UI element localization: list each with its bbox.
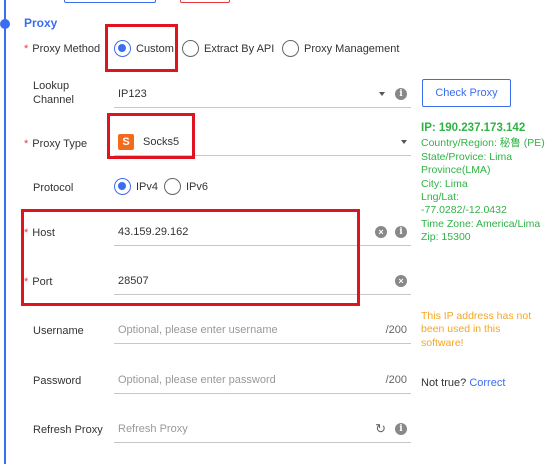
radio-label: IPv4 xyxy=(136,180,159,193)
lng-lat: Lng/Lat: -77.0282/-12.0432 xyxy=(421,191,507,217)
radio-label: Extract By API xyxy=(204,42,275,55)
refresh-icon[interactable]: ↻ xyxy=(375,422,386,435)
check-proxy-button[interactable]: Check Proxy xyxy=(422,79,511,107)
clear-icon[interactable]: × xyxy=(395,274,407,287)
username-placeholder: Optional, please enter username xyxy=(118,323,278,336)
ip-address: IP: 190.237.173.142 xyxy=(421,122,526,134)
password-label: Password xyxy=(33,375,82,387)
not-true-line: Not true? Correct xyxy=(421,377,505,389)
info-icon[interactable]: i xyxy=(395,225,407,238)
not-true-text: Not true? xyxy=(421,377,467,389)
password-placeholder: Optional, please enter password xyxy=(118,373,276,386)
correct-link[interactable]: Correct xyxy=(469,377,505,389)
timeline-dot xyxy=(0,19,10,29)
username-char-counter: /200 xyxy=(385,323,407,336)
radio-ipv4[interactable]: IPv4 xyxy=(114,178,158,195)
clear-icon[interactable]: × xyxy=(375,225,387,238)
highlight-box-custom xyxy=(105,24,178,72)
ip-usage-warning: This IP address has not been used in thi… xyxy=(421,310,532,349)
chevron-down-icon xyxy=(401,139,407,144)
username-label: Username xyxy=(33,325,84,337)
refresh-proxy-label: Refresh Proxy xyxy=(33,424,103,436)
lookup-channel-select[interactable]: IP123 i xyxy=(114,80,411,108)
radio-circle xyxy=(164,178,181,195)
lookup-channel-value: IP123 xyxy=(118,87,147,100)
city: City: Lima xyxy=(421,177,468,190)
username-input[interactable]: Optional, please enter username /200 xyxy=(114,316,411,344)
section-title: Proxy xyxy=(24,16,58,30)
state-province: State/Provice: Lima Province(LMA) xyxy=(421,150,513,177)
refresh-proxy-input[interactable]: Refresh Proxy ↻ i xyxy=(114,415,411,443)
time-zone: Time Zone: America/Lima xyxy=(421,217,541,230)
radio-circle xyxy=(182,40,199,57)
proxy-type-label: * Proxy Type xyxy=(24,138,88,150)
previous-button-edge xyxy=(180,0,230,3)
radio-proxy-management[interactable]: Proxy Management xyxy=(282,40,399,57)
radio-label: IPv6 xyxy=(186,180,209,193)
proxy-method-label: * Proxy Method xyxy=(24,43,101,55)
protocol-label: Protocol xyxy=(33,182,74,194)
password-char-counter: /200 xyxy=(385,373,407,386)
country-region: Country/Region: 秘鲁 (PE) xyxy=(421,137,545,150)
radio-ipv6[interactable]: IPv6 xyxy=(164,178,208,195)
radio-extract-by-api[interactable]: Extract By API xyxy=(182,40,274,57)
info-icon[interactable]: i xyxy=(395,422,407,435)
timeline-line xyxy=(4,0,6,464)
highlight-box-proxy-type xyxy=(107,113,195,159)
previous-button-edge xyxy=(64,0,156,3)
highlight-box-host-port xyxy=(21,209,360,306)
refresh-proxy-placeholder: Refresh Proxy xyxy=(118,422,188,435)
radio-circle xyxy=(282,40,299,57)
lookup-channel-label: Lookup Channel xyxy=(33,80,74,106)
info-icon[interactable]: i xyxy=(395,87,407,100)
radio-label: Proxy Management xyxy=(304,42,400,55)
chevron-down-icon xyxy=(379,91,385,96)
radio-circle-checked xyxy=(114,178,131,195)
password-input[interactable]: Optional, please enter password /200 xyxy=(114,366,411,394)
zip: Zip: 15300 xyxy=(421,231,471,244)
ip-info-panel: IP: 190.237.173.142 Country/Region: 秘鲁 (… xyxy=(421,122,545,245)
